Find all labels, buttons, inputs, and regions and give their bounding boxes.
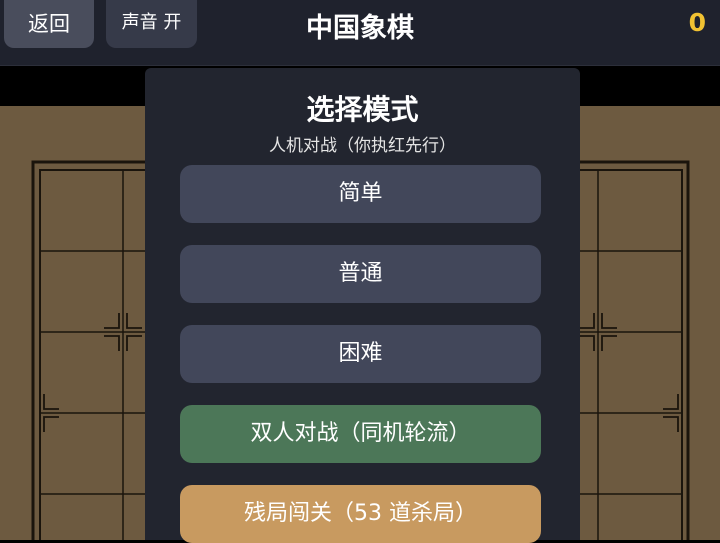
dialog-title: 选择模式 xyxy=(306,93,419,126)
dialog-subtitle: 人机对战（你执红先行） xyxy=(269,136,456,156)
mode-select-dialog: 选择模式 人机对战（你执红先行） 简单 普通 困难 双人对战（同机轮流） 残局闯… xyxy=(145,68,580,543)
endgame-puzzle-mode-button[interactable]: 残局闯关（53 道杀局） xyxy=(180,485,541,543)
top-bar: 返回 声音 开 中国象棋 0 xyxy=(0,0,720,66)
hard-mode-button[interactable]: 困难 xyxy=(180,325,541,383)
score-display: 0 xyxy=(688,8,706,37)
easy-mode-button[interactable]: 简单 xyxy=(180,165,541,223)
game-title: 中国象棋 xyxy=(306,13,414,44)
two-player-mode-button[interactable]: 双人对战（同机轮流） xyxy=(180,405,541,463)
normal-mode-button[interactable]: 普通 xyxy=(180,245,541,303)
